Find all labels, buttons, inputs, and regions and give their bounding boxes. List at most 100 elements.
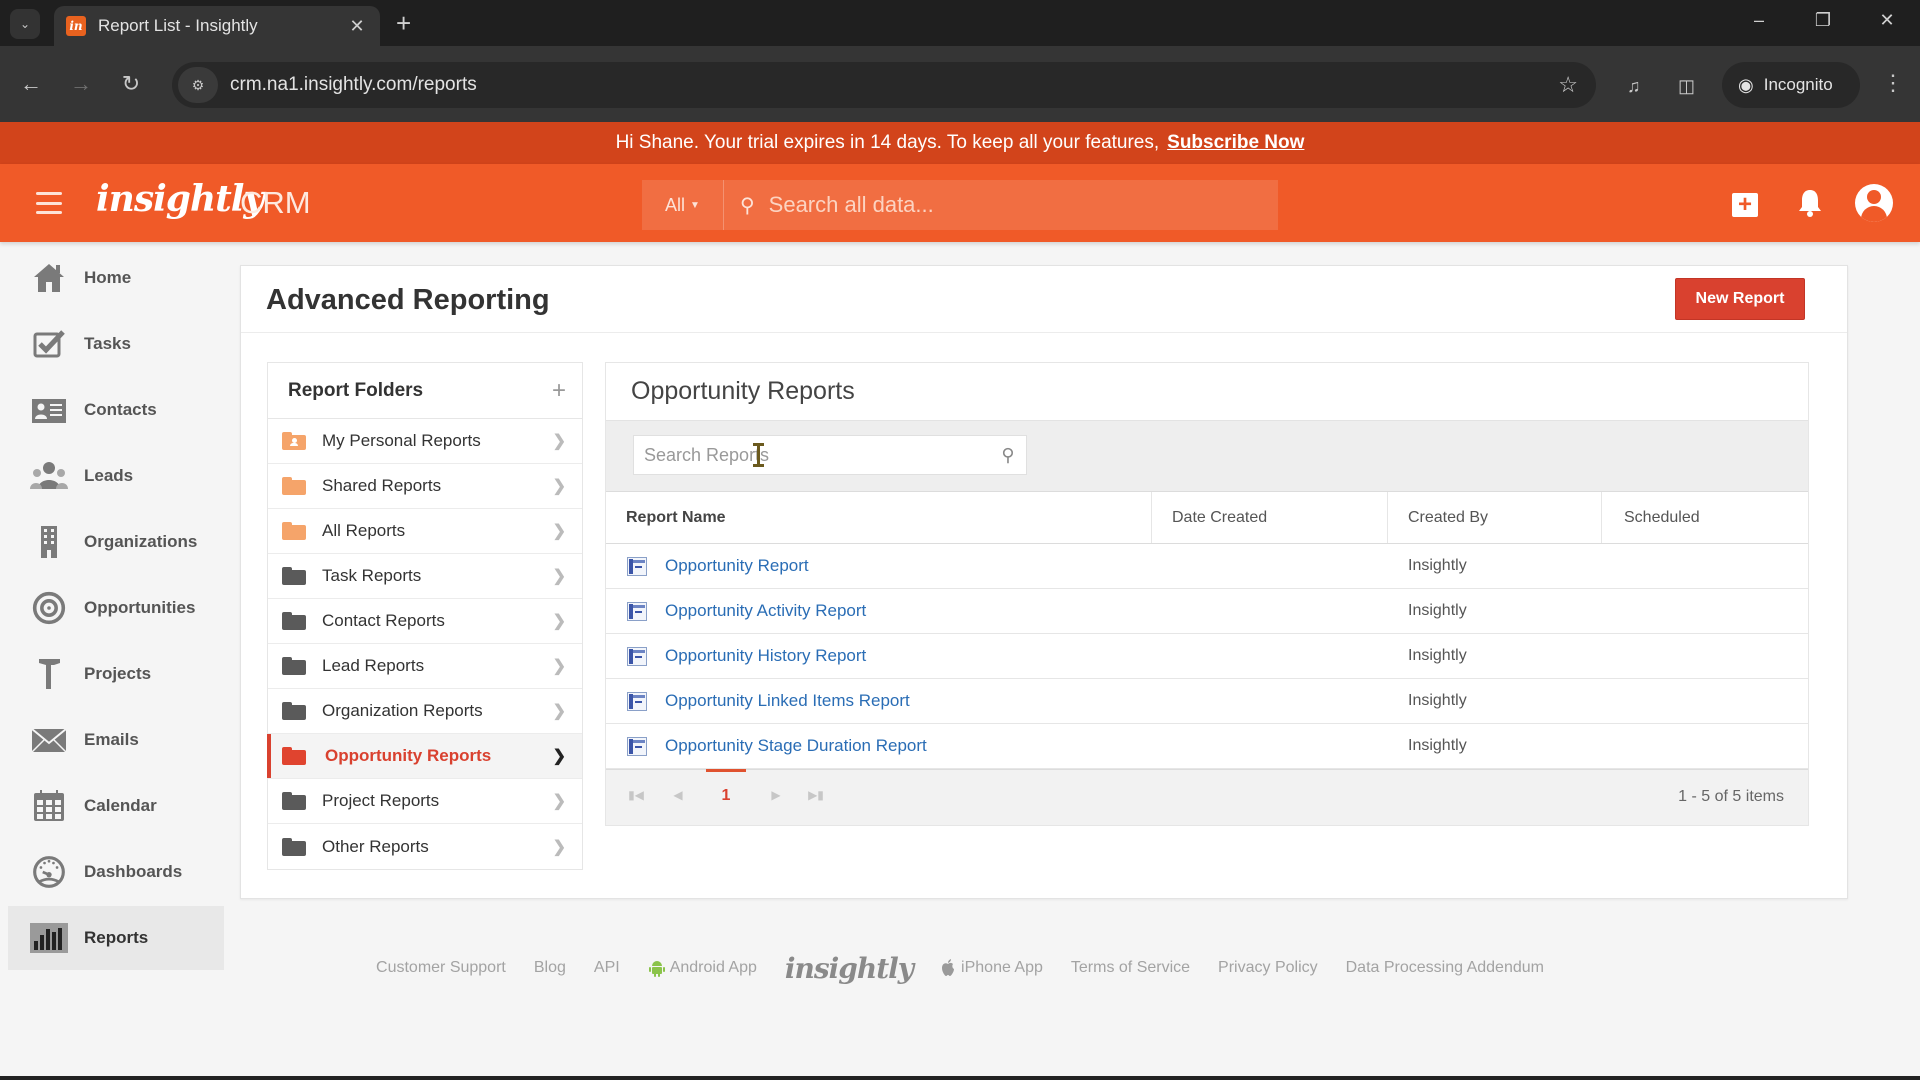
folder-item[interactable]: Lead Reports ❯ xyxy=(268,644,582,689)
folder-item[interactable]: Organization Reports ❯ xyxy=(268,689,582,734)
folder-item[interactable]: Project Reports ❯ xyxy=(268,779,582,824)
reports-grid-body: Opportunity Report Insightly Opportunity A… xyxy=(606,544,1808,769)
search-icon: ⚲ xyxy=(740,194,755,217)
report-name-cell: Opportunity History Report xyxy=(606,634,1152,678)
footer-link-data-processing-addendum[interactable]: Data Processing Addendum xyxy=(1346,959,1544,977)
incognito-indicator[interactable]: ◉ Incognito xyxy=(1722,62,1860,108)
browser-menu-icon[interactable]: ⋮ xyxy=(1882,72,1904,94)
footer-link-api[interactable]: API xyxy=(594,959,620,977)
last-page-icon[interactable]: ▶▮ xyxy=(806,788,826,802)
global-search-input[interactable] xyxy=(768,192,1278,218)
chevron-right-icon: ❯ xyxy=(552,433,566,450)
folder-icon xyxy=(282,567,306,585)
tab-title: Report List - Insightly xyxy=(98,16,258,35)
nav-item-home[interactable]: Home xyxy=(8,246,224,310)
footer-link-blog[interactable]: Blog xyxy=(534,959,566,977)
folder-icon xyxy=(282,477,306,495)
insightly-logo[interactable]: insightly xyxy=(96,178,264,220)
browser-tab-active[interactable]: in Report List - Insightly ✕ xyxy=(54,6,380,46)
nav-label: Leads xyxy=(84,466,134,485)
search-icon[interactable]: ⚲ xyxy=(990,445,1026,466)
tab-close-icon[interactable]: ✕ xyxy=(346,16,368,37)
restore-window-button[interactable]: ❐ xyxy=(1808,10,1838,31)
folder-item[interactable]: My Personal Reports ❯ xyxy=(268,419,582,464)
tab-search-button[interactable]: ⌄ xyxy=(10,9,40,39)
previous-page-icon[interactable]: ◀ xyxy=(668,788,688,802)
report-link[interactable]: Opportunity Linked Items Report xyxy=(665,691,910,711)
close-window-button[interactable]: ✕ xyxy=(1872,10,1902,31)
incognito-icon: ◉ xyxy=(1738,74,1754,95)
nav-label: Emails xyxy=(84,730,139,749)
report-folders-title: Report Folders xyxy=(288,379,424,401)
current-page[interactable]: 1 xyxy=(706,769,746,826)
url-text[interactable]: crm.na1.insightly.com/reports xyxy=(230,74,1558,96)
folder-item[interactable]: Contact Reports ❯ xyxy=(268,599,582,644)
folder-label: Task Reports xyxy=(322,566,422,585)
report-link[interactable]: Opportunity Activity Report xyxy=(665,601,866,621)
date-created-cell xyxy=(1152,679,1388,723)
nav-label: Calendar xyxy=(84,796,157,815)
footer-link-terms-of-service[interactable]: Terms of Service xyxy=(1071,959,1190,977)
hamburger-menu-icon[interactable] xyxy=(36,192,62,214)
subscribe-now-link[interactable]: Subscribe Now xyxy=(1167,132,1304,154)
new-report-button[interactable]: New Report xyxy=(1675,278,1805,320)
report-link[interactable]: Opportunity History Report xyxy=(665,646,866,666)
pagination-info: 1 - 5 of 5 items xyxy=(1678,788,1784,805)
user-avatar-icon[interactable] xyxy=(1855,184,1893,222)
next-page-icon[interactable]: ▶ xyxy=(766,788,786,802)
pagination-bar: ▮◀ ◀ 1 ▶ ▶▮ 1 - 5 of 5 items xyxy=(606,769,1808,825)
add-folder-icon[interactable]: + xyxy=(552,377,566,405)
chevron-down-icon: ⌄ xyxy=(19,17,31,31)
folder-item[interactable]: Task Reports ❯ xyxy=(268,554,582,599)
nav-item-organizations[interactable]: Organizations xyxy=(8,510,224,574)
column-header-report-name[interactable]: Report Name xyxy=(606,492,1152,543)
bookmark-star-icon[interactable]: ☆ xyxy=(1558,72,1578,98)
reload-button[interactable]: ↻ xyxy=(116,72,146,96)
address-bar[interactable]: ⚙ crm.na1.insightly.com/reports ☆ xyxy=(172,62,1596,108)
footer-link-android-app[interactable]: Android App xyxy=(648,959,757,977)
quick-add-icon[interactable]: + xyxy=(1732,193,1758,217)
folder-item[interactable]: Opportunity Reports ❯ xyxy=(267,734,582,779)
chevron-right-icon: ❯ xyxy=(552,568,566,585)
site-info-icon[interactable]: ⚙ xyxy=(178,67,218,103)
report-row: Opportunity Activity Report Insightly xyxy=(606,589,1808,634)
nav-item-tasks[interactable]: Tasks xyxy=(8,312,224,376)
column-header-date-created[interactable]: Date Created xyxy=(1152,492,1388,543)
nav-item-leads[interactable]: Leads xyxy=(8,444,224,508)
nav-item-projects[interactable]: Projects xyxy=(8,642,224,706)
folder-item[interactable]: All Reports ❯ xyxy=(268,509,582,554)
column-header-created-by[interactable]: Created By xyxy=(1388,492,1602,543)
footer-link-iphone-app[interactable]: iPhone App xyxy=(941,959,1043,977)
report-link[interactable]: Opportunity Report xyxy=(665,556,809,576)
nav-item-opportunities[interactable]: Opportunities xyxy=(8,576,224,640)
nav-label: Tasks xyxy=(84,334,131,353)
search-scope-dropdown[interactable]: All ▼ xyxy=(642,180,724,230)
notifications-bell-icon[interactable] xyxy=(1797,188,1823,218)
nav-item-emails[interactable]: Emails xyxy=(8,708,224,772)
back-button[interactable]: ← xyxy=(16,72,46,96)
incognito-label: Incognito xyxy=(1763,75,1833,94)
footer-link-privacy-policy[interactable]: Privacy Policy xyxy=(1218,959,1318,977)
nav-item-calendar[interactable]: Calendar xyxy=(8,774,224,838)
report-icon xyxy=(627,601,647,621)
android-icon xyxy=(648,961,665,977)
folder-item[interactable]: Other Reports ❯ xyxy=(268,824,582,869)
footer-link-customer-support[interactable]: Customer Support xyxy=(376,959,506,977)
nav-item-contacts[interactable]: Contacts xyxy=(8,378,224,442)
nav-item-dashboards[interactable]: Dashboards xyxy=(8,840,224,904)
reports-toolbar: ⚲ xyxy=(606,420,1808,492)
new-tab-button[interactable]: + xyxy=(396,10,411,36)
reports-grid-header: Report Name Date Created Created By Sche… xyxy=(606,492,1808,544)
search-reports-input[interactable] xyxy=(634,436,990,474)
side-panel-icon[interactable]: ◫ xyxy=(1678,76,1695,97)
folder-item[interactable]: Shared Reports ❯ xyxy=(268,464,582,509)
first-page-icon[interactable]: ▮◀ xyxy=(626,788,646,802)
report-link[interactable]: Opportunity Stage Duration Report xyxy=(665,736,927,756)
minimize-window-button[interactable]: – xyxy=(1744,10,1774,31)
media-controls-icon[interactable]: ♫ xyxy=(1627,76,1641,97)
chevron-right-icon: ❯ xyxy=(552,658,566,675)
folder-label: Contact Reports xyxy=(322,611,445,630)
forward-button[interactable]: → xyxy=(66,72,96,96)
column-header-scheduled[interactable]: Scheduled xyxy=(1602,492,1808,543)
page-title: Advanced Reporting xyxy=(266,284,550,316)
